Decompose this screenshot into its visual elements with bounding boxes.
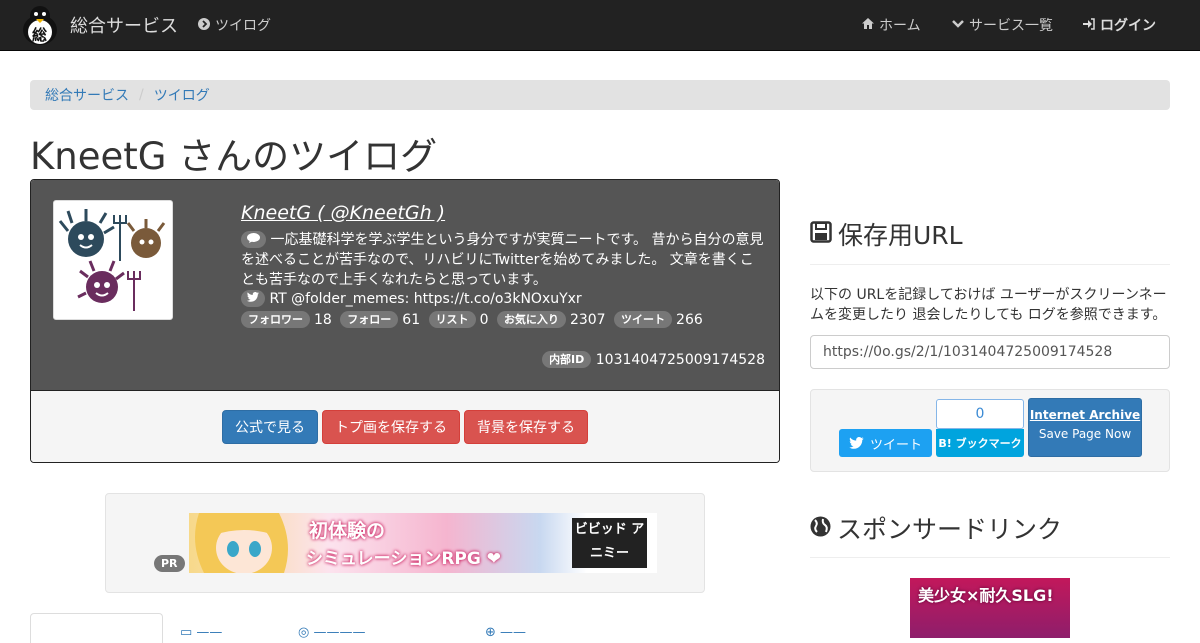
nav-home[interactable]: ホーム xyxy=(862,0,921,50)
avatar[interactable] xyxy=(53,200,173,320)
nav-tweetlog-label: ツイログ xyxy=(215,18,271,34)
stat-following-value: 61 xyxy=(402,312,421,328)
pr-banner-line2: シミュレーションRPG ❤ xyxy=(306,549,501,569)
save-background-button[interactable]: 背景を保存する xyxy=(464,410,588,444)
stat-lists-label: リスト xyxy=(428,311,476,328)
nav-services-label: サービス一覧 xyxy=(969,18,1053,34)
pr-banner-line1: 初体験の xyxy=(309,520,386,542)
brand-link[interactable]: 総 総合サービス xyxy=(20,3,178,47)
stat-followers-label: フォロワー xyxy=(241,311,310,328)
internal-id-value: 1031404725009174528 xyxy=(595,352,765,368)
nav-home-label: ホーム xyxy=(879,18,921,34)
tab-item-2[interactable]: ▭ —— xyxy=(180,625,222,640)
divider xyxy=(810,264,1170,265)
tweet-button-label: ツイート xyxy=(869,437,922,453)
pr-banner-logo: ビビッド アニミー xyxy=(572,518,647,568)
nav-tweetlog[interactable]: ツイログ xyxy=(198,0,271,50)
penguin-logo-icon: 総 xyxy=(20,4,60,46)
profile-header: KneetG ( @KneetGh ) 一応基礎科学を学ぶ学生という身分ですが実… xyxy=(31,180,779,390)
pr-box: PR 初体験の シミュレーションRPG ❤ ビビッド アニミー xyxy=(105,493,705,593)
nav-services[interactable]: サービス一覧 xyxy=(952,0,1053,50)
anime-girl-image-icon xyxy=(195,513,288,573)
stat-tweets-label: ツイート xyxy=(614,311,673,328)
profile-stats: フォロワー 18 フォロー 61 リスト 0 お気に入り 2307 ツイート 266 xyxy=(241,311,707,328)
pr-badge: PR xyxy=(154,555,185,572)
sponsor-ad-banner[interactable]: 美少女×耐久SLG! xyxy=(910,578,1070,638)
tweet-button[interactable]: ツイート xyxy=(839,429,932,457)
save-url-heading: 保存用URL xyxy=(810,216,963,252)
breadcrumb-root[interactable]: 総合サービス xyxy=(45,85,129,105)
breadcrumb: 総合サービス / ツイログ xyxy=(30,80,1170,110)
internal-id: 内部ID 1031404725009174528 xyxy=(542,351,765,368)
profile-bio: 一応基礎科学を学ぶ学生という身分ですが実質ニートです。 昔から自分の意見を述べる… xyxy=(241,230,766,290)
breadcrumb-current[interactable]: ツイログ xyxy=(154,85,210,105)
chevron-circle-right-icon xyxy=(198,17,210,33)
stat-followers-value: 18 xyxy=(314,312,332,328)
profile-actions: 公式で見る トプ画を保存する 背景を保存する xyxy=(31,390,779,462)
sponsor-heading: スポンサードリンク xyxy=(810,510,1062,546)
internet-archive-title: Internet Archive xyxy=(1029,408,1141,422)
internet-archive-subtitle: Save Page Now xyxy=(1038,427,1132,441)
stat-lists-value: 0 xyxy=(479,312,489,328)
globe-icon xyxy=(810,514,831,543)
logo-char: 総 xyxy=(32,26,48,44)
twitter-bird-icon xyxy=(849,437,864,449)
latest-tweet: RT @folder_memes: https://t.co/o3kNOxuYx… xyxy=(241,290,582,307)
tab-active[interactable] xyxy=(30,613,163,643)
tab-item-3[interactable]: ◎ ———— xyxy=(298,625,365,640)
page-title: KneetG さんのツイログ xyxy=(30,135,438,178)
comment-icon xyxy=(241,231,266,248)
hatena-bookmark-button[interactable]: B! ブックマーク xyxy=(936,429,1024,457)
profile-panel: KneetG ( @KneetGh ) 一応基礎科学を学ぶ学生という身分ですが実… xyxy=(30,179,780,463)
share-box: ツイート 0 B! ブックマーク Internet Archive Save P… xyxy=(810,389,1170,472)
nav-login[interactable]: ログイン xyxy=(1083,0,1156,50)
save-icon-button[interactable]: トプ画を保存する xyxy=(322,410,460,444)
twitter-bird-icon xyxy=(241,290,265,307)
internet-archive-button[interactable]: Internet Archive Save Page Now xyxy=(1028,398,1142,457)
stat-following-label: フォロー xyxy=(340,311,399,328)
nav-login-label: ログイン xyxy=(1100,18,1156,34)
stat-tweets-value: 266 xyxy=(676,312,703,328)
floppy-disk-icon xyxy=(810,220,832,249)
save-url-heading-text: 保存用URL xyxy=(838,221,963,250)
stat-favorites-value: 2307 xyxy=(569,312,606,328)
stat-favorites-label: お気に入り xyxy=(496,311,566,328)
navbar: 総 総合サービス ツイログ ホーム サービス一覧 ログイン xyxy=(0,0,1200,51)
save-url-description: 以下の URLを記録しておけば ユーザーがスクリーンネームを変更したり 退会した… xyxy=(810,287,1167,323)
sign-in-icon xyxy=(1083,17,1095,33)
sponsor-heading-text: スポンサードリンク xyxy=(837,515,1063,544)
tab-item-4[interactable]: ⊕ —— xyxy=(485,625,526,640)
profile-name-link[interactable]: KneetG ( @KneetGh ) xyxy=(241,202,445,224)
save-url-input[interactable]: https://0o.gs/2/1/1031404725009174528 xyxy=(810,335,1170,369)
view-official-button[interactable]: 公式で見る xyxy=(222,410,318,444)
pr-banner-ad[interactable]: 初体験の シミュレーションRPG ❤ ビビッド アニミー xyxy=(189,513,657,573)
brand-text: 総合サービス xyxy=(70,16,178,37)
hatena-count: 0 xyxy=(936,399,1024,429)
internal-id-label: 内部ID xyxy=(542,351,592,368)
home-icon xyxy=(862,18,874,32)
sponsor-ad-text: 美少女×耐久SLG! xyxy=(918,586,1054,605)
latest-tweet-text: RT @folder_memes: https://t.co/o3kNOxuYx… xyxy=(269,291,582,307)
chevron-down-icon xyxy=(952,18,964,32)
divider xyxy=(810,557,1170,558)
profile-bio-text: 一応基礎科学を学ぶ学生という身分ですが実質ニートです。 昔から自分の意見を述べる… xyxy=(241,232,764,288)
tweet-tabs: ▭ —— ◎ ———— ⊕ —— xyxy=(30,613,730,643)
breadcrumb-separator: / xyxy=(139,87,144,103)
